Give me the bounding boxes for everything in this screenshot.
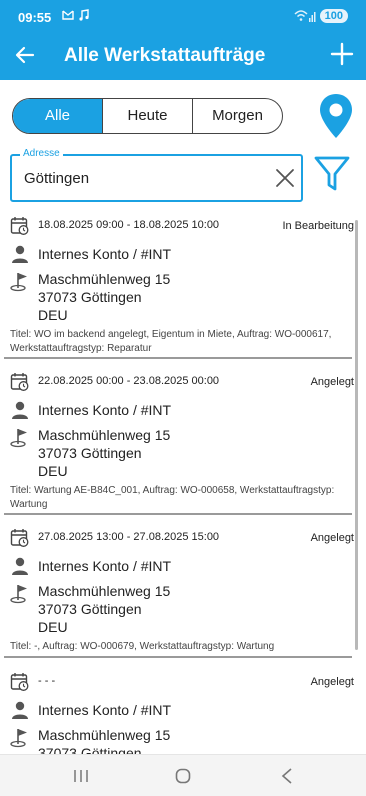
order-status: Angelegt bbox=[310, 376, 354, 388]
location-flag-icon bbox=[10, 429, 27, 448]
segment-today[interactable]: Heute bbox=[102, 99, 192, 133]
order-address: Maschmühlenweg 15 37073 Göttingen DEU bbox=[38, 582, 170, 636]
segment-all[interactable]: Alle bbox=[13, 99, 102, 133]
wifi-signal-icon bbox=[294, 10, 316, 22]
person-icon bbox=[12, 701, 28, 719]
order-city: 37073 Göttingen bbox=[38, 289, 142, 305]
order-title: Titel: WO im backend angelegt, Eigentum … bbox=[10, 328, 354, 356]
nav-home-icon[interactable] bbox=[175, 768, 191, 784]
person-icon bbox=[12, 245, 28, 263]
app-header: 09:55 100 Alle Werkstattaufträge bbox=[0, 0, 366, 80]
card-divider bbox=[4, 513, 352, 515]
order-city: 37073 Göttingen bbox=[38, 445, 142, 461]
order-title-line: Titel: Wartung AE-B84C_001, Auftrag: WO-… bbox=[10, 485, 335, 496]
page-title: Alle Werkstattaufträge bbox=[64, 45, 266, 66]
map-pin-icon[interactable] bbox=[318, 93, 354, 139]
location-flag-icon bbox=[10, 729, 27, 748]
calendar-clock-icon bbox=[10, 373, 29, 391]
order-card[interactable]: 18.08.2025 09:00 - 18.08.2025 10:00 In B… bbox=[10, 216, 354, 356]
order-account-row: Internes Konto / #INT bbox=[10, 400, 171, 420]
card-divider bbox=[4, 656, 352, 658]
order-account: Internes Konto / #INT bbox=[38, 702, 172, 718]
scrollbar[interactable] bbox=[355, 220, 358, 650]
order-title: Titel: Wartung AE-B84C_001, Auftrag: WO-… bbox=[10, 484, 354, 512]
order-account: Internes Konto / #INT bbox=[38, 402, 172, 418]
nav-back-icon[interactable] bbox=[281, 768, 293, 784]
order-city: 37073 Göttingen bbox=[38, 601, 142, 617]
order-card[interactable]: 27.08.2025 13:00 - 27.08.2025 15:00 Ange… bbox=[10, 528, 354, 654]
order-street: Maschmühlenweg 15 bbox=[38, 271, 171, 287]
calendar-clock-icon bbox=[10, 673, 29, 691]
status-bar: 09:55 100 bbox=[0, 0, 366, 34]
mail-icon bbox=[62, 10, 74, 20]
order-list: 18.08.2025 09:00 - 18.08.2025 10:00 In B… bbox=[0, 212, 366, 754]
location-flag-icon bbox=[10, 585, 27, 604]
calendar-clock-icon bbox=[10, 217, 29, 235]
order-date: 27.08.2025 13:00 - 27.08.2025 15:00 bbox=[38, 531, 220, 543]
notification-icons bbox=[62, 9, 90, 21]
order-card[interactable]: - - - Angelegt Internes Konto / #INT Mas… bbox=[10, 672, 354, 754]
order-title: Titel: -, Auftrag: WO-000679, Werkstatta… bbox=[10, 640, 354, 654]
order-address: Maschmühlenweg 15 37073 Göttingen bbox=[38, 726, 170, 754]
order-account: Internes Konto / #INT bbox=[38, 246, 172, 262]
order-date: - - - bbox=[38, 675, 56, 687]
order-street: Maschmühlenweg 15 bbox=[38, 583, 171, 599]
segment-tomorrow[interactable]: Morgen bbox=[192, 99, 282, 133]
order-street: Maschmühlenweg 15 bbox=[38, 727, 171, 743]
nav-recent-icon[interactable] bbox=[73, 769, 89, 783]
date-filter-segment: Alle Heute Morgen bbox=[12, 98, 283, 134]
person-icon bbox=[12, 401, 28, 419]
order-title-line: Titel: -, Auftrag: WO-000679, Werkstatta… bbox=[10, 641, 275, 652]
order-account-row: Internes Konto / #INT bbox=[10, 700, 171, 720]
order-address-row: Maschmühlenweg 15 37073 Göttingen DEU bbox=[10, 426, 170, 480]
calendar-clock-icon bbox=[10, 529, 29, 547]
order-title-line: Titel: WO im backend angelegt, Eigentum … bbox=[10, 329, 332, 340]
address-field[interactable]: Adresse Göttingen bbox=[10, 148, 303, 202]
card-divider bbox=[4, 357, 352, 359]
order-address-row: Maschmühlenweg 15 37073 Göttingen DEU bbox=[10, 582, 170, 636]
order-account-row: Internes Konto / #INT bbox=[10, 244, 171, 264]
status-right: 100 bbox=[294, 9, 348, 23]
order-status: In Bearbeitung bbox=[282, 220, 354, 232]
order-card[interactable]: 22.08.2025 00:00 - 23.08.2025 00:00 Ange… bbox=[10, 372, 354, 512]
order-address-row: Maschmühlenweg 15 37073 Göttingen bbox=[10, 726, 170, 754]
order-title-line: Werkstattauftragstyp: Reparatur bbox=[10, 343, 152, 354]
order-account: Internes Konto / #INT bbox=[38, 558, 172, 574]
order-address: Maschmühlenweg 15 37073 Göttingen DEU bbox=[38, 426, 170, 480]
back-arrow-icon[interactable] bbox=[14, 44, 36, 66]
filter-icon[interactable] bbox=[313, 154, 351, 194]
status-time: 09:55 bbox=[18, 10, 52, 25]
order-address: Maschmühlenweg 15 37073 Göttingen DEU bbox=[38, 270, 170, 324]
person-icon bbox=[12, 557, 28, 575]
order-status: Angelegt bbox=[310, 676, 354, 688]
music-icon bbox=[79, 9, 89, 21]
order-street: Maschmühlenweg 15 bbox=[38, 427, 171, 443]
order-country: DEU bbox=[38, 619, 68, 635]
order-date-row: 22.08.2025 00:00 - 23.08.2025 00:00 bbox=[10, 372, 219, 392]
order-account-row: Internes Konto / #INT bbox=[10, 556, 171, 576]
system-nav-bar bbox=[0, 754, 366, 796]
order-address-row: Maschmühlenweg 15 37073 Göttingen DEU bbox=[10, 270, 170, 324]
location-flag-icon bbox=[10, 273, 27, 292]
order-city: 37073 Göttingen bbox=[38, 745, 142, 754]
order-country: DEU bbox=[38, 307, 68, 323]
order-date-row: - - - bbox=[10, 672, 55, 692]
order-date-row: 18.08.2025 09:00 - 18.08.2025 10:00 bbox=[10, 216, 219, 236]
order-status: Angelegt bbox=[310, 532, 354, 544]
order-country: DEU bbox=[38, 463, 68, 479]
address-field-label: Adresse bbox=[20, 148, 63, 159]
address-field-value[interactable]: Göttingen bbox=[24, 170, 89, 187]
order-title-line: Wartung bbox=[10, 499, 48, 510]
order-date: 18.08.2025 09:00 - 18.08.2025 10:00 bbox=[38, 219, 220, 231]
order-date-row: 27.08.2025 13:00 - 27.08.2025 15:00 bbox=[10, 528, 219, 548]
order-date: 22.08.2025 00:00 - 23.08.2025 00:00 bbox=[38, 375, 220, 387]
plus-icon[interactable] bbox=[330, 42, 354, 66]
battery-indicator: 100 bbox=[319, 9, 348, 23]
clear-icon[interactable] bbox=[275, 168, 295, 188]
